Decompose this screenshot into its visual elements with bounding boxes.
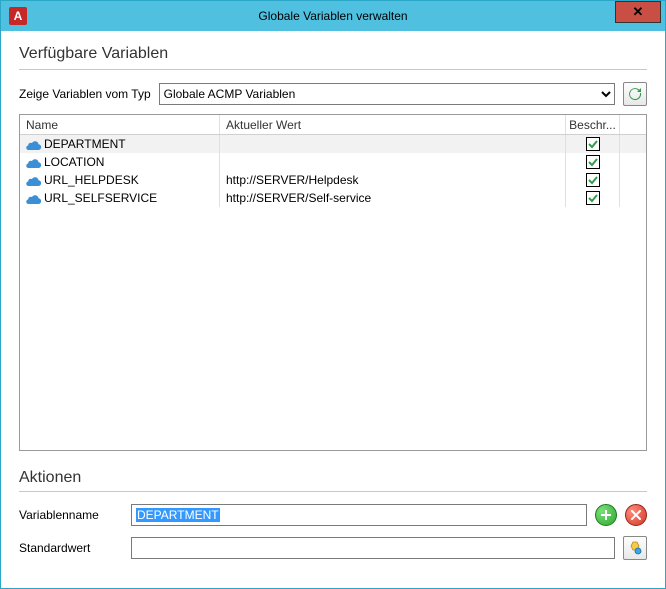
table-body: DEPARTMENT LOCATION URL_HELPDESK http://SER… [20,135,646,450]
cloud-icon [26,193,40,203]
window-title: Globale Variablen verwalten [1,9,665,23]
table-row[interactable]: DEPARTMENT [20,135,646,153]
standardwert-row: Standardwert [19,536,647,560]
filter-label: Zeige Variablen vom Typ [19,87,151,101]
variablenname-row: Variablenname DEPARTMENT [19,504,647,526]
picker-icon [627,540,643,556]
add-button[interactable] [595,504,617,526]
col-pad [620,115,646,134]
col-desc-header[interactable]: Beschr... [566,115,620,134]
table-row[interactable]: LOCATION [20,153,646,171]
row-checkbox[interactable] [586,155,600,169]
close-button[interactable]: ✕ [615,1,661,23]
row-checkbox[interactable] [586,137,600,151]
close-icon: ✕ [633,4,644,20]
col-name-header[interactable]: Name [20,115,220,134]
row-name: URL_HELPDESK [44,173,139,187]
plus-icon [600,509,612,521]
standardwert-label: Standardwert [19,541,123,555]
row-name: DEPARTMENT [44,137,126,151]
actions-section: Aktionen Variablenname DEPARTMENT Standa… [19,465,647,570]
row-checkbox[interactable] [586,173,600,187]
section-actions-title: Aktionen [19,469,647,487]
col-value-header[interactable]: Aktueller Wert [220,115,566,134]
row-name: URL_SELFSERVICE [44,191,157,205]
table-row[interactable]: URL_SELFSERVICE http://SERVER/Self-servic… [20,189,646,207]
variablenname-input[interactable]: DEPARTMENT [131,504,587,526]
section-available-title: Verfügbare Variablen [19,45,647,63]
delete-button[interactable] [625,504,647,526]
refresh-button[interactable] [623,82,647,106]
row-value: http://SERVER/Self-service [226,191,371,205]
table-header: Name Aktueller Wert Beschr... [20,115,646,135]
content-area: Verfügbare Variablen Zeige Variablen vom… [1,31,665,588]
refresh-icon [627,86,643,102]
type-select[interactable]: Globale ACMP Variablen [159,83,615,105]
cloud-icon [26,175,40,185]
divider [19,491,647,492]
variablenname-label: Variablenname [19,508,123,522]
divider [19,69,647,70]
cloud-icon [26,157,40,167]
window-root: A Globale Variablen verwalten ✕ Verfügba… [0,0,666,589]
table-row[interactable]: URL_HELPDESK http://SERVER/Helpdesk [20,171,646,189]
variables-table: Name Aktueller Wert Beschr... DEPARTMENT… [19,114,647,451]
x-icon [630,509,642,521]
standardwert-input[interactable] [131,537,615,559]
filter-row: Zeige Variablen vom Typ Globale ACMP Var… [19,82,647,106]
row-value: http://SERVER/Helpdesk [226,173,359,187]
cloud-icon [26,139,40,149]
titlebar: A Globale Variablen verwalten ✕ [1,1,665,31]
row-name: LOCATION [44,155,104,169]
standardwert-picker-button[interactable] [623,536,647,560]
row-checkbox[interactable] [586,191,600,205]
